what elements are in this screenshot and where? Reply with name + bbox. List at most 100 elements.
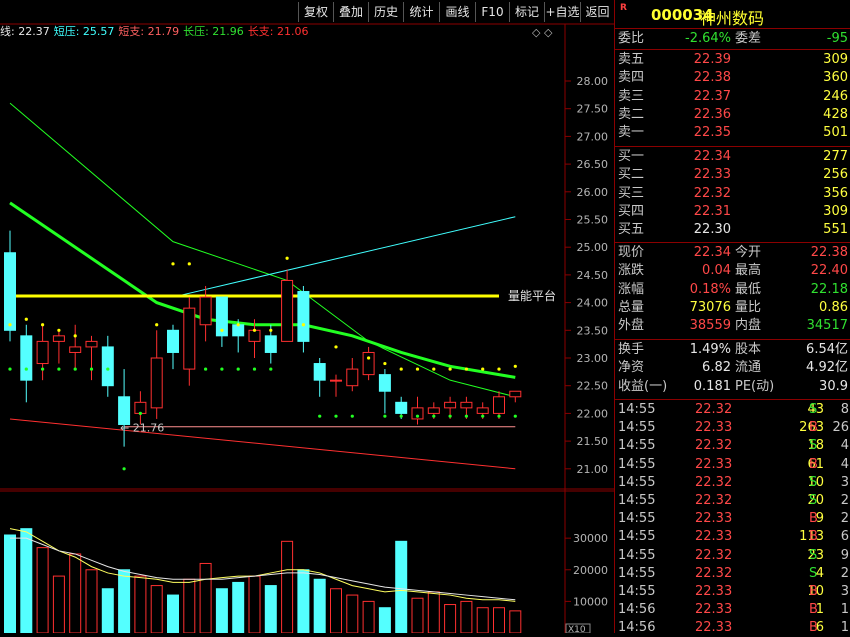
- tick-time: 14:55: [618, 584, 656, 599]
- toolbar-btn-3[interactable]: 统计: [403, 2, 439, 22]
- stat-row-3-value2: 0.86: [819, 299, 848, 315]
- toolbar-btn-6[interactable]: 标记: [509, 2, 544, 22]
- tick-price: 22.33: [695, 420, 733, 436]
- dot-green-19: [415, 414, 420, 418]
- candle-body-18: [297, 291, 310, 342]
- tick-time: 14:55: [618, 511, 656, 527]
- tick-count: 2: [840, 565, 849, 581]
- tick-time: 14:55: [618, 493, 656, 508]
- toolbar-btn-5[interactable]: F10: [475, 2, 509, 22]
- y-label-0: 28.00: [577, 75, 609, 88]
- toolbar-btn-2[interactable]: 历史: [368, 2, 403, 22]
- sell-row-1: 卖四 22.38 360: [615, 69, 850, 87]
- candle-body-27: [444, 401, 457, 409]
- stat-row-2-label1: 涨幅: [618, 281, 645, 297]
- dot-yellow-8: [220, 328, 224, 332]
- y-label-2: 27.00: [577, 130, 609, 143]
- y-label-3: 26.50: [577, 158, 609, 171]
- indicator-1: 短压: 25.57: [53, 25, 115, 38]
- stat2-row-1-label1: 净资: [618, 360, 645, 376]
- buy-row-1: 买二 22.33 256: [615, 166, 850, 184]
- candle-body-29: [476, 407, 489, 414]
- dot-yellow-22: [481, 367, 485, 371]
- buy-row-2: 买三 22.32 356: [615, 185, 850, 203]
- tick-count: 3: [840, 584, 849, 599]
- dot-green-5: [89, 367, 94, 371]
- y-label-7: 24.50: [577, 269, 609, 282]
- tick-count: 9: [840, 547, 849, 563]
- stat-row-3-label2: 量比: [735, 299, 762, 315]
- tick-row: 14:55 22.32 10 S 3: [615, 474, 850, 492]
- stat-row-3-value1: 73076: [689, 299, 731, 315]
- dot-yellow-10: [252, 328, 257, 332]
- kline-chart[interactable]: 28.00 27.50 27.00 26.50 26.00 25.50 25.00 24.50…: [0, 0, 614, 633]
- candle-body-10: [167, 329, 179, 353]
- toolbar-btn-1[interactable]: 叠加: [333, 2, 368, 22]
- stat-row-4: 外盘 38559 内盘 34517: [615, 317, 850, 335]
- dot-yellow-5: [155, 323, 159, 327]
- tick-time: 14:55: [618, 547, 656, 563]
- dot-yellow-21: [464, 367, 468, 371]
- stat2-row-0-label1: 换手: [618, 342, 645, 357]
- tick-count: 1: [840, 602, 849, 618]
- candle-body-15: [248, 329, 261, 342]
- y-label-5: 25.50: [577, 214, 609, 227]
- buy-row-2-value1: 22.32: [693, 185, 731, 201]
- tick-row: 14:55 22.32 23 S 9: [615, 547, 850, 565]
- tick-side: B: [809, 584, 818, 599]
- stat-row-0-value2: 22.38: [810, 245, 848, 260]
- stock-name[interactable]: 神州数码: [700, 5, 764, 29]
- stat-row-0-label2: 今开: [735, 245, 762, 260]
- toolbar-btn-0[interactable]: 复权: [298, 2, 333, 22]
- vol-bar-3: [52, 575, 65, 633]
- dot-yellow-13: [301, 323, 305, 327]
- toolbar-btn-8[interactable]: 返回: [580, 2, 614, 22]
- y-label-6: 25.00: [577, 241, 609, 254]
- dot-green-6: [106, 367, 110, 371]
- toolbar-btn-4[interactable]: 画线: [439, 2, 475, 22]
- sell-row-0-label1: 卖五: [618, 52, 645, 67]
- buy-row-1-value2: 256: [823, 167, 848, 183]
- sell-row-0: 卖五 22.39 309: [615, 51, 850, 69]
- weibi-row: 委比 -2.64% 委差 -95: [615, 30, 850, 48]
- candle-body-26: [427, 407, 440, 414]
- buy-row-4: 买五 22.30 551: [615, 221, 850, 239]
- vol-label-0: 30000: [573, 532, 608, 545]
- tick-count: 4: [840, 438, 849, 454]
- candle-body-3: [52, 335, 65, 342]
- candle-body-21: [346, 368, 359, 387]
- toolbar-btn-7[interactable]: +自选: [544, 2, 580, 22]
- buy-row-0: 买一 22.34 277: [615, 148, 850, 166]
- dot-yellow-24: [513, 364, 517, 368]
- candle-body-17: [281, 279, 294, 342]
- candle-body-1: [20, 335, 33, 381]
- dot-yellow-20: [448, 367, 452, 371]
- stat-row-1-value1: 0.04: [702, 263, 731, 279]
- indicator-3: 长压: 21.96: [183, 25, 244, 38]
- tick-side: B: [809, 620, 818, 636]
- dot-green-10: [220, 367, 224, 371]
- tick-price: 22.32: [695, 402, 733, 417]
- vol-bar-7: [118, 569, 131, 633]
- dot-green-9: [204, 367, 208, 371]
- dot-green-1: [24, 367, 28, 371]
- dot-green-21: [448, 414, 452, 418]
- stat2-row-2-label1: 收益(一): [618, 378, 668, 394]
- tick-row: 14:55 22.33 9 B 2: [615, 510, 850, 528]
- candle-body-14: [232, 324, 245, 337]
- sell-row-4-label1: 卖一: [618, 125, 645, 141]
- sell-row-1-value2: 360: [823, 70, 848, 86]
- dot-green-7: [122, 467, 126, 471]
- stat-row-4-label1: 外盘: [618, 318, 645, 334]
- tick-price: 22.32: [695, 493, 733, 508]
- quote-panel: R 000034 神州数码 委比 -2.64% 委差 -95 卖五 22.39 309 卖四 2…: [614, 0, 850, 635]
- tick-row: 14:55 22.32 20 S 2: [615, 492, 850, 510]
- sell-row-3-label1: 卖二: [618, 106, 645, 122]
- tick-row: 14:56 22.33 6 B 1: [615, 619, 850, 637]
- tick-count: 2: [840, 493, 849, 508]
- sell-row-4-value2: 501: [823, 125, 848, 141]
- tick-price: 22.33: [695, 456, 733, 472]
- candle-body-12: [199, 296, 212, 326]
- dot-yellow-16: [383, 361, 387, 366]
- tick-price: 22.33: [695, 511, 733, 527]
